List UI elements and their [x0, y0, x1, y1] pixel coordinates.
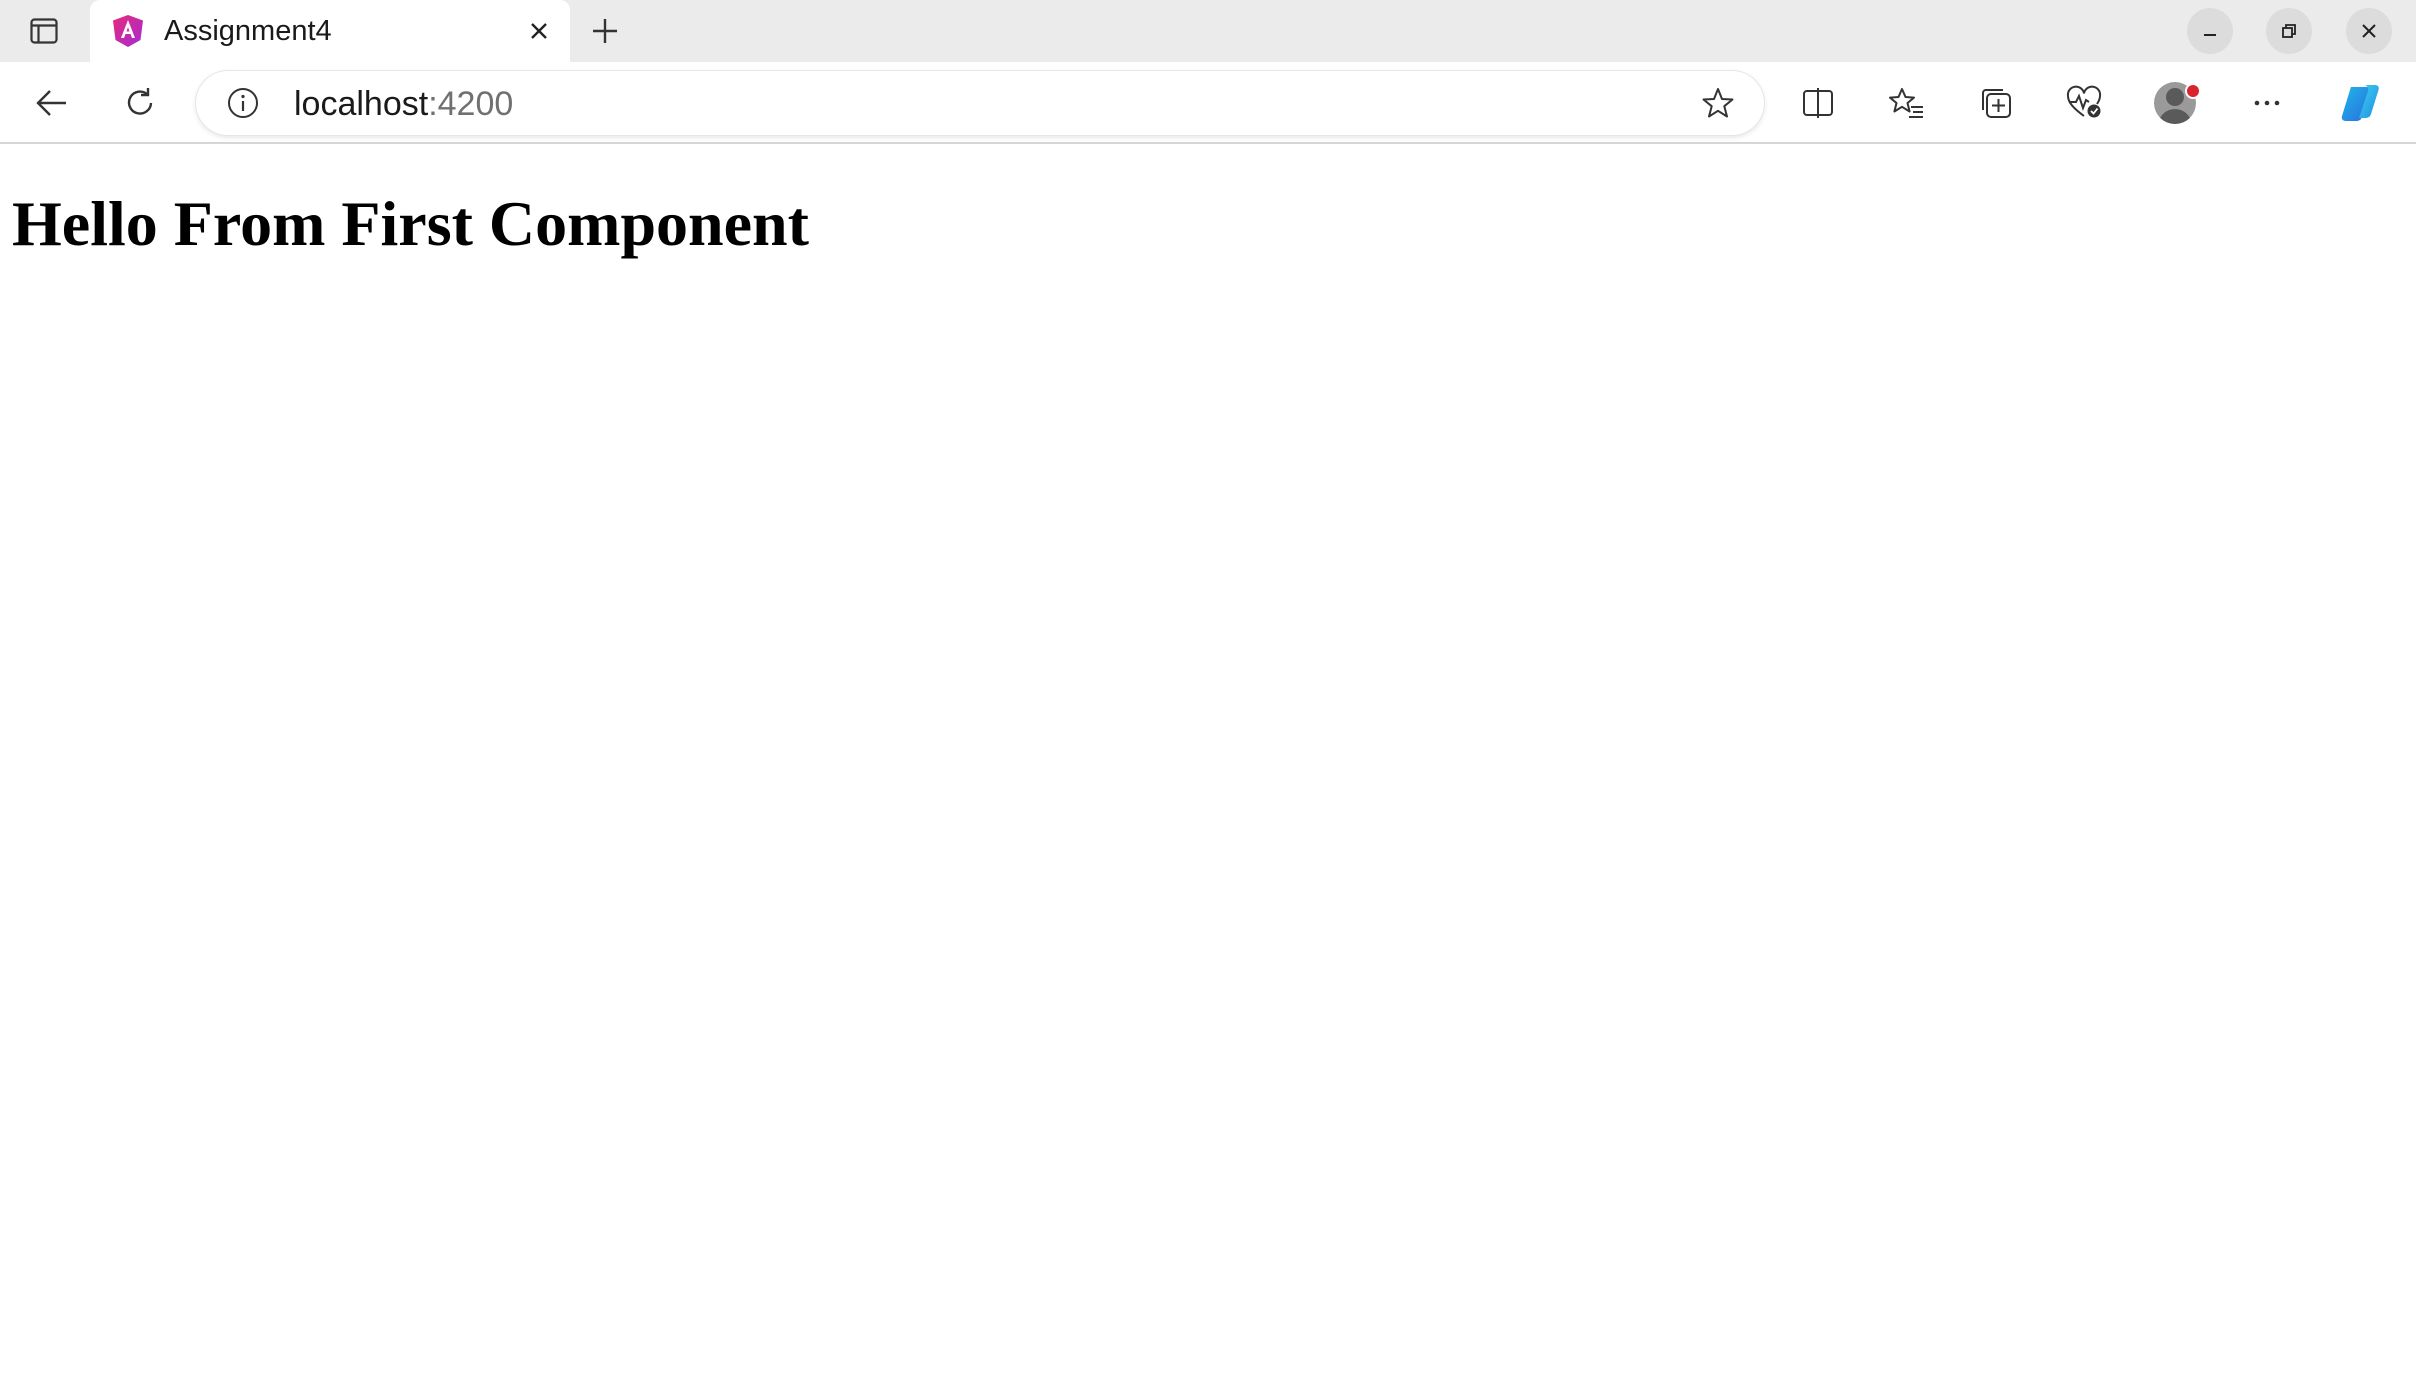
close-tab-button[interactable] [520, 12, 558, 50]
tab-active[interactable]: Assignment4 [90, 0, 570, 63]
collections-icon [1982, 89, 2011, 118]
close-icon [2362, 24, 2376, 38]
split-screen-icon [1803, 88, 1833, 118]
more-icon [2254, 100, 2280, 106]
minimize-button[interactable] [2187, 8, 2233, 54]
back-button[interactable] [27, 78, 77, 128]
star-icon [1702, 88, 1734, 118]
address-bar[interactable]: localhost:4200 [196, 71, 1764, 135]
angular-icon [113, 15, 143, 47]
more-options-button[interactable] [2242, 78, 2292, 128]
reload-button[interactable] [115, 78, 165, 128]
restore-icon [2282, 24, 2296, 38]
browser-toolbar: localhost:4200 [0, 62, 2416, 144]
tab-actions-icon [30, 18, 58, 44]
close-window-button[interactable] [2346, 8, 2392, 54]
page-heading: Hello From First Component [12, 188, 809, 259]
split-screen-button[interactable] [1793, 78, 1843, 128]
notification-dot [2185, 83, 2201, 99]
page-content: Hello From First Component [0, 144, 2416, 1385]
restore-button[interactable] [2266, 8, 2312, 54]
tab-actions-button[interactable] [20, 12, 68, 50]
tab-strip: Assignment4 [0, 0, 2416, 63]
reload-icon [127, 88, 153, 115]
plus-icon [593, 19, 617, 43]
tab-title: Assignment4 [164, 15, 332, 47]
site-info-button[interactable] [226, 86, 260, 120]
url-text[interactable]: localhost:4200 [294, 85, 513, 123]
new-tab-button[interactable] [582, 11, 628, 51]
browser-essentials-button[interactable] [2059, 78, 2109, 128]
close-icon [531, 23, 547, 39]
favorites-icon [1889, 88, 1923, 118]
copilot-icon [2341, 85, 2379, 121]
profile-button[interactable] [2150, 78, 2201, 128]
favorites-button[interactable] [1882, 78, 1932, 128]
url-port: :4200 [428, 85, 514, 123]
arrow-left-icon [36, 90, 66, 116]
add-favorite-button[interactable] [1700, 85, 1736, 121]
info-icon [228, 88, 258, 118]
minimize-icon [2204, 34, 2216, 36]
url-host: localhost [294, 85, 429, 123]
copilot-button[interactable] [2335, 78, 2385, 128]
collections-button[interactable] [1971, 78, 2021, 128]
heart-pulse-icon [2066, 85, 2102, 118]
